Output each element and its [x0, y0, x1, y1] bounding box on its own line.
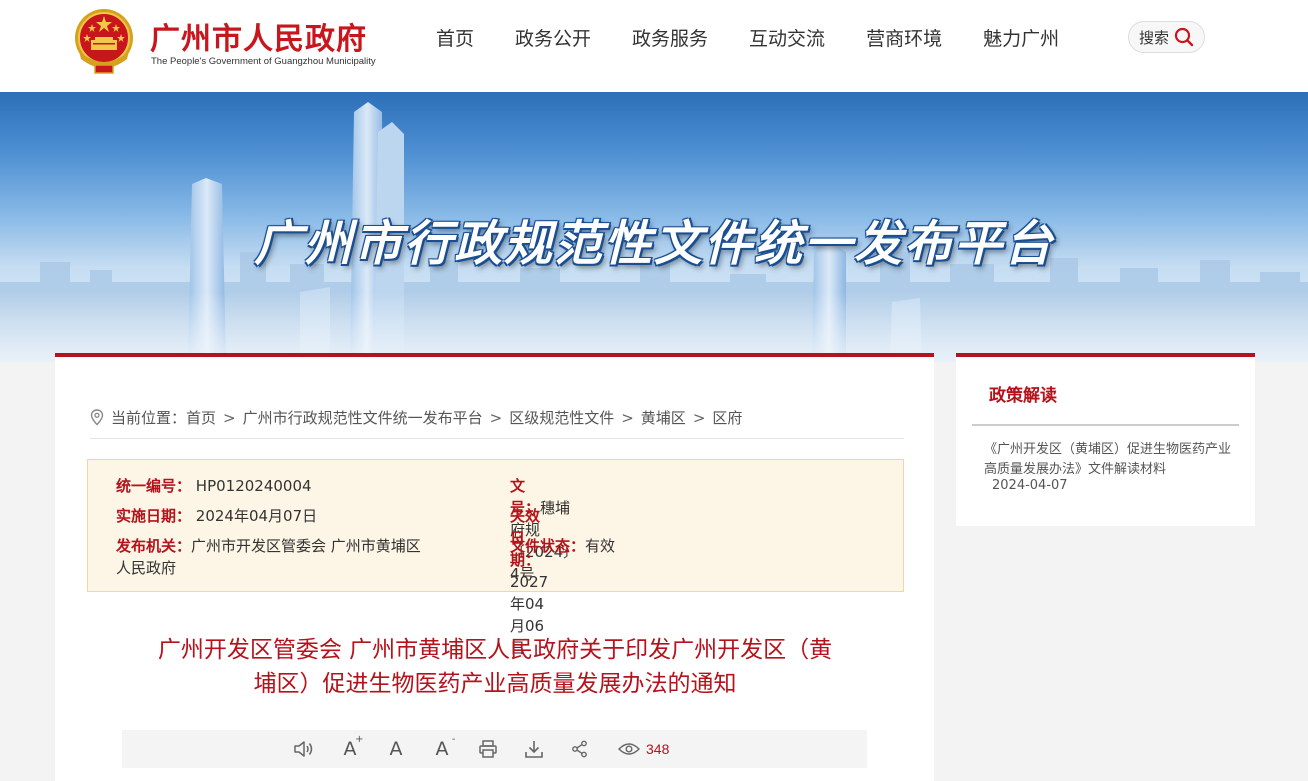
- article-toolbar: A + A A- 348: [122, 730, 867, 768]
- site-header: 广州市人民政府 The People's Government of Guang…: [0, 0, 1308, 92]
- status-value: 有效: [585, 537, 616, 555]
- nav-item-interaction[interactable]: 互动交流: [749, 24, 825, 51]
- document-title: 广州开发区管委会 广州市黄埔区人民政府关于印发广州开发区（黄 埔区）促进生物医药…: [125, 633, 865, 701]
- font-increase-button[interactable]: A +: [338, 734, 364, 761]
- effective-value: 2024年04月07日: [195, 507, 318, 525]
- print-button[interactable]: [476, 737, 500, 761]
- document-title-line2: 埔区）促进生物医药产业高质量发展办法的通知: [253, 671, 737, 697]
- hero-banner: 广州市行政规范性文件统一发布平台: [0, 92, 1308, 362]
- view-count-value: 348: [646, 741, 670, 757]
- meta-row-issuer: 发布机关：广州市开发区管委会 广州市黄埔区 人民政府 文件状态：有效: [116, 535, 916, 579]
- eye-icon: [618, 743, 640, 755]
- nav-item-gov-affairs-open[interactable]: 政务公开: [515, 24, 591, 51]
- breadcrumb-district-gov[interactable]: 区府: [712, 407, 742, 428]
- meta-row-serial: 统一编号： HP0120240004 文 号：穗埔府规〔2024〕4号: [116, 475, 578, 583]
- print-icon: [479, 740, 497, 758]
- nav-item-charm-guangzhou[interactable]: 魅力广州: [983, 24, 1059, 51]
- font-reset-button[interactable]: A: [384, 737, 408, 761]
- policy-interpretation-card: 政策解读 《广州开发区（黄埔区）促进生物医药产业高质量发展办法》文件解读材料 2…: [956, 353, 1255, 526]
- nav-item-home[interactable]: 首页: [436, 24, 474, 51]
- share-button[interactable]: [568, 737, 592, 761]
- meta-status: 文件状态：有效: [510, 535, 615, 557]
- meta-row-dates: 实施日期： 2024年04月07日 失效日期：2027年04月06日: [116, 505, 548, 657]
- breadcrumb-district-docs[interactable]: 区级规范性文件: [509, 407, 614, 428]
- main-nav: 首页 政务公开 政务服务 互动交流 营商环境 魅力广州: [436, 24, 1059, 51]
- document-title-line1: 广州开发区管委会 广州市黄埔区人民政府关于印发广州开发区（黄: [157, 637, 833, 663]
- font-increase-icon: A +: [343, 734, 364, 760]
- font-reset-icon: A: [389, 738, 403, 760]
- breadcrumb: 当前位置： 首页 > 广州市行政规范性文件统一发布平台 > 区级规范性文件 > …: [90, 407, 742, 428]
- nav-item-gov-services[interactable]: 政务服务: [632, 24, 708, 51]
- search-label: 搜索: [1139, 28, 1170, 47]
- breadcrumb-separator: >: [489, 408, 503, 427]
- download-button[interactable]: [522, 737, 546, 761]
- sidebar-title: 政策解读: [989, 386, 1057, 406]
- breadcrumb-divider: [90, 438, 904, 439]
- search-icon: [1174, 27, 1194, 47]
- document-meta-box: 统一编号： HP0120240004 文 号：穗埔府规〔2024〕4号 实施日期…: [87, 459, 904, 657]
- breadcrumb-huangpu[interactable]: 黄埔区: [641, 407, 686, 428]
- site-title[interactable]: 广州市人民政府: [150, 14, 367, 58]
- view-count: 348: [618, 741, 669, 757]
- main-content-card: 当前位置： 首页 > 广州市行政规范性文件统一发布平台 > 区级规范性文件 > …: [55, 353, 934, 781]
- breadcrumb-separator: >: [223, 408, 236, 427]
- download-icon: [525, 741, 543, 758]
- location-icon: [90, 409, 104, 426]
- breadcrumb-separator: >: [692, 408, 706, 427]
- banner-title: 广州市行政规范性文件统一发布平台: [253, 216, 1054, 272]
- breadcrumb-prefix: 当前位置：: [111, 409, 187, 427]
- issuer-value-line1: 广州市开发区管委会 广州市黄埔区: [191, 537, 421, 555]
- read-aloud-button[interactable]: [292, 737, 316, 761]
- font-decrease-button[interactable]: A-: [430, 734, 456, 761]
- status-label: 文件状态：: [510, 537, 586, 555]
- issuer-value-line2: 人民政府: [116, 559, 177, 577]
- serial-label: 统一编号：: [116, 477, 192, 495]
- sidebar-item-interpretation[interactable]: 《广州开发区（黄埔区）促进生物医药产业高质量发展办法》文件解读材料: [984, 440, 1232, 480]
- breadcrumb-separator: >: [621, 408, 634, 427]
- sidebar-item-date: 2024-04-07: [992, 478, 1068, 493]
- sidebar-divider: [972, 424, 1239, 426]
- search-button[interactable]: 搜索: [1128, 21, 1205, 53]
- breadcrumb-platform[interactable]: 广州市行政规范性文件统一发布平台: [243, 407, 483, 428]
- breadcrumb-home[interactable]: 首页: [186, 407, 216, 428]
- share-icon: [572, 740, 587, 758]
- issuer-label: 发布机关：: [116, 537, 192, 555]
- speaker-icon: [294, 741, 313, 757]
- national-emblem-icon[interactable]: [71, 7, 137, 77]
- nav-item-business-env[interactable]: 营商环境: [866, 24, 942, 51]
- effective-label: 实施日期：: [116, 507, 192, 525]
- font-decrease-icon: A-: [435, 734, 456, 760]
- serial-value: HP0120240004: [195, 477, 312, 495]
- site-subtitle: The People's Government of Guangzhou Mun…: [151, 56, 376, 67]
